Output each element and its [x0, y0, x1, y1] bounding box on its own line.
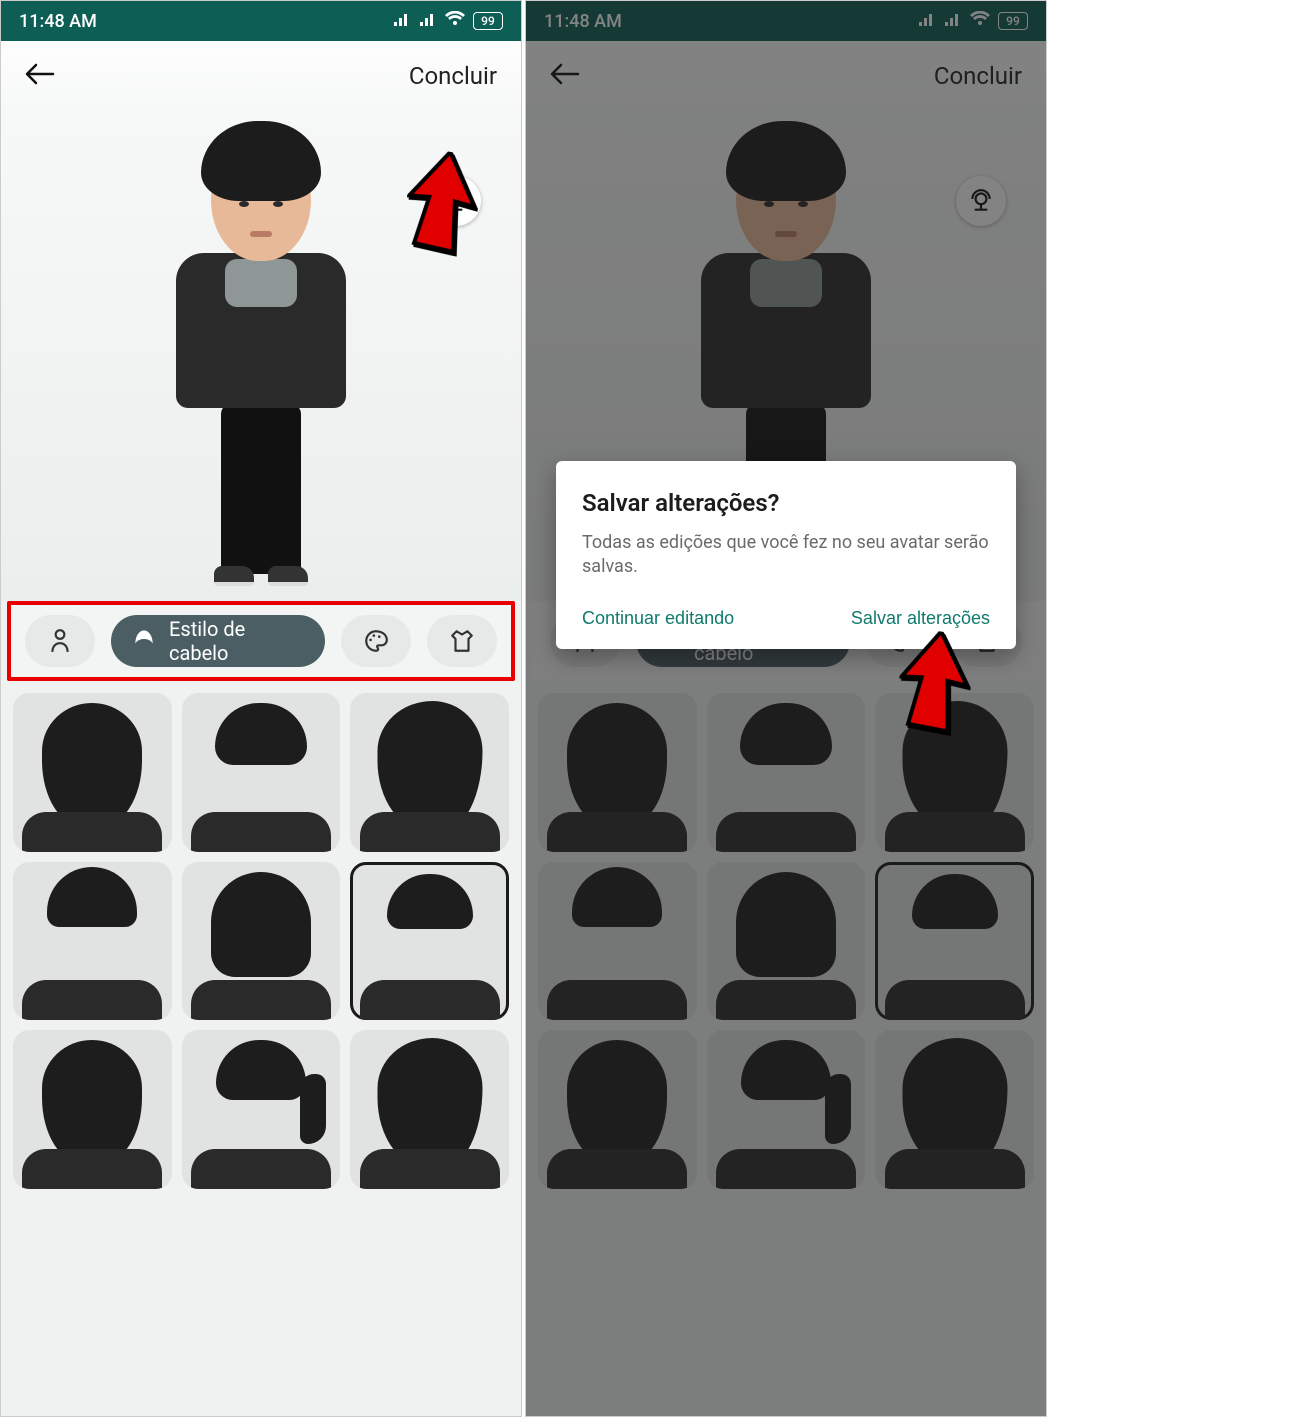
signal-icon [393, 11, 411, 32]
hair-option[interactable] [350, 693, 509, 852]
screen-editor: 11:48 AM 99 Concluir [0, 0, 522, 1417]
hair-option[interactable] [13, 1030, 172, 1189]
hair-icon [131, 626, 157, 657]
hair-option[interactable] [182, 1030, 341, 1189]
category-color[interactable] [341, 615, 411, 667]
mirror-icon [443, 188, 469, 214]
modal-overlay[interactable] [526, 1, 1046, 1416]
palette-icon [363, 628, 389, 654]
category-hair-label: Estilo de cabelo [169, 617, 307, 665]
status-bar: 11:48 AM 99 [1, 1, 521, 41]
screen-dialog: 11:48 AM 99 Concluir [525, 0, 1047, 1417]
hair-option[interactable] [182, 693, 341, 852]
battery-icon: 99 [473, 12, 503, 30]
save-dialog: Salvar alterações? Todas as edições que … [556, 461, 1016, 649]
outfit-icon [449, 628, 475, 654]
hair-option[interactable] [13, 862, 172, 1021]
dialog-title: Salvar alterações? [582, 489, 990, 517]
continue-editing-button[interactable]: Continuar editando [582, 608, 734, 629]
hair-option[interactable] [13, 693, 172, 852]
signal-icon [419, 11, 437, 32]
wifi-icon [445, 11, 465, 32]
mirror-button[interactable] [431, 176, 481, 226]
avatar-preview [1, 111, 521, 601]
avatar [176, 121, 346, 586]
category-body[interactable] [25, 615, 95, 667]
hair-option[interactable] [350, 1030, 509, 1189]
category-outfit[interactable] [427, 615, 497, 667]
body-icon [47, 628, 73, 654]
category-bar: Estilo de cabelo [7, 601, 515, 681]
concluir-button[interactable]: Concluir [409, 62, 497, 90]
dialog-body: Todas as edições que você fez no seu ava… [582, 531, 990, 580]
back-arrow-icon[interactable] [25, 59, 55, 94]
save-changes-button[interactable]: Salvar alterações [851, 608, 990, 629]
editor-header: Concluir [1, 41, 521, 111]
category-hair[interactable]: Estilo de cabelo [111, 615, 325, 667]
hair-option[interactable] [182, 862, 341, 1021]
hair-grid [1, 681, 521, 1201]
status-time: 11:48 AM [19, 11, 97, 32]
status-right: 99 [393, 11, 503, 32]
hair-option[interactable] [350, 862, 509, 1021]
